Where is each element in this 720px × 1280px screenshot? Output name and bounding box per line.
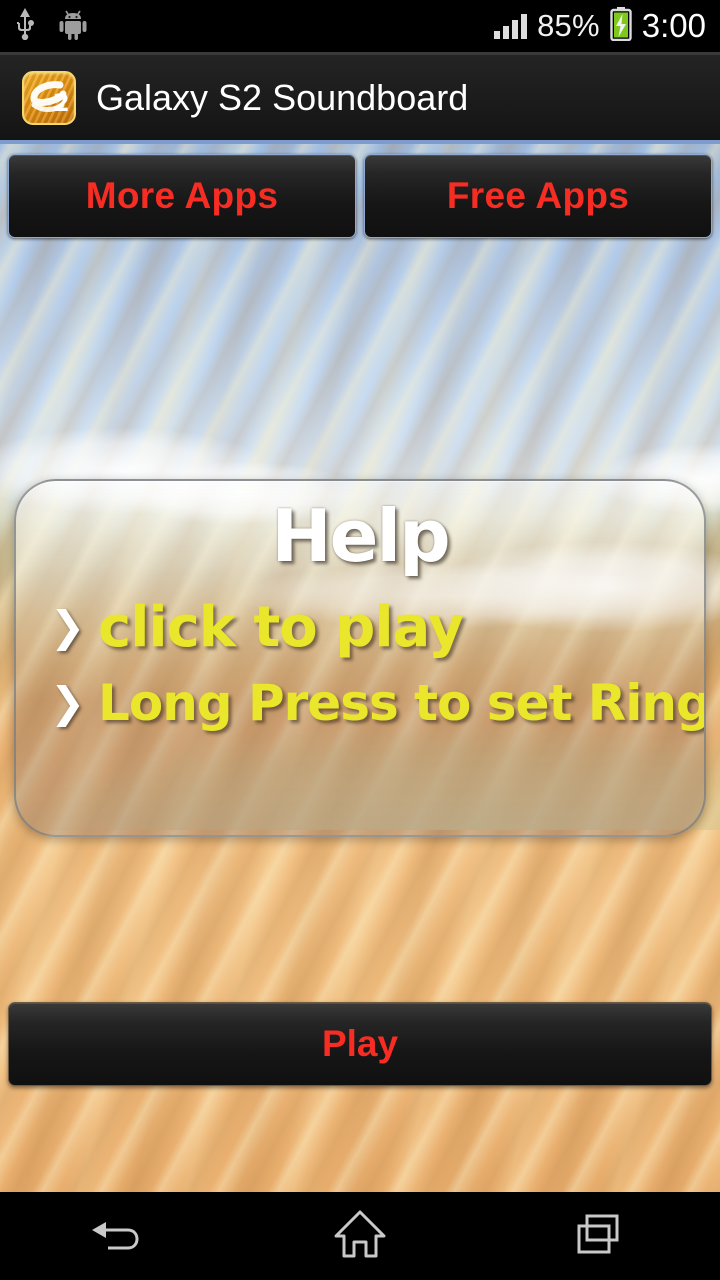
app-screen: 85% 3:00 2 Galaxy S2 Soundboard More App… bbox=[0, 0, 720, 1280]
help-item-label: click to play bbox=[98, 594, 464, 660]
nav-recent-apps-button[interactable] bbox=[480, 1192, 720, 1280]
usb-icon bbox=[14, 7, 36, 45]
help-panel: Help ❯ click to play ❯ Long Press to set… bbox=[14, 479, 706, 837]
help-item-label: Long Press to set Ringtone bbox=[98, 673, 706, 732]
help-list-item: ❯ click to play bbox=[16, 595, 704, 660]
status-bar: 85% 3:00 bbox=[0, 0, 720, 52]
status-bar-right-icons: 85% 3:00 bbox=[494, 6, 706, 46]
app-title-bar: 2 Galaxy S2 Soundboard bbox=[0, 55, 720, 144]
play-button-label: Play bbox=[321, 1023, 399, 1064]
chevron-right-icon: ❯ bbox=[50, 677, 86, 727]
help-panel-title: Help bbox=[271, 494, 450, 578]
free-apps-label: Free Apps bbox=[446, 175, 630, 216]
app-icon-s2: 2 bbox=[22, 70, 76, 125]
back-icon bbox=[88, 1212, 152, 1261]
page-title: Galaxy S2 Soundboard bbox=[96, 76, 469, 118]
more-apps-button[interactable]: More Apps bbox=[8, 154, 356, 238]
battery-percent-label: 85% bbox=[537, 8, 600, 43]
system-navigation-bar bbox=[0, 1192, 720, 1280]
free-apps-button[interactable]: Free Apps bbox=[364, 154, 712, 238]
battery-charging-icon bbox=[610, 6, 632, 46]
recent-apps-icon bbox=[573, 1210, 627, 1263]
more-apps-label: More Apps bbox=[85, 175, 279, 216]
home-icon bbox=[332, 1208, 388, 1265]
top-button-row: More Apps Free Apps bbox=[0, 148, 720, 244]
svg-text:2: 2 bbox=[53, 89, 70, 117]
status-bar-left-icons bbox=[14, 7, 88, 45]
clock-label: 3:00 bbox=[641, 7, 706, 44]
chevron-right-icon: ❯ bbox=[50, 602, 86, 652]
signal-bars-icon bbox=[494, 13, 528, 39]
android-robot-icon bbox=[58, 8, 88, 45]
play-button[interactable]: Play bbox=[8, 1002, 712, 1086]
help-list-item: ❯ Long Press to set Ringtone bbox=[16, 674, 704, 732]
nav-home-button[interactable] bbox=[240, 1192, 480, 1280]
nav-back-button[interactable] bbox=[0, 1192, 240, 1280]
